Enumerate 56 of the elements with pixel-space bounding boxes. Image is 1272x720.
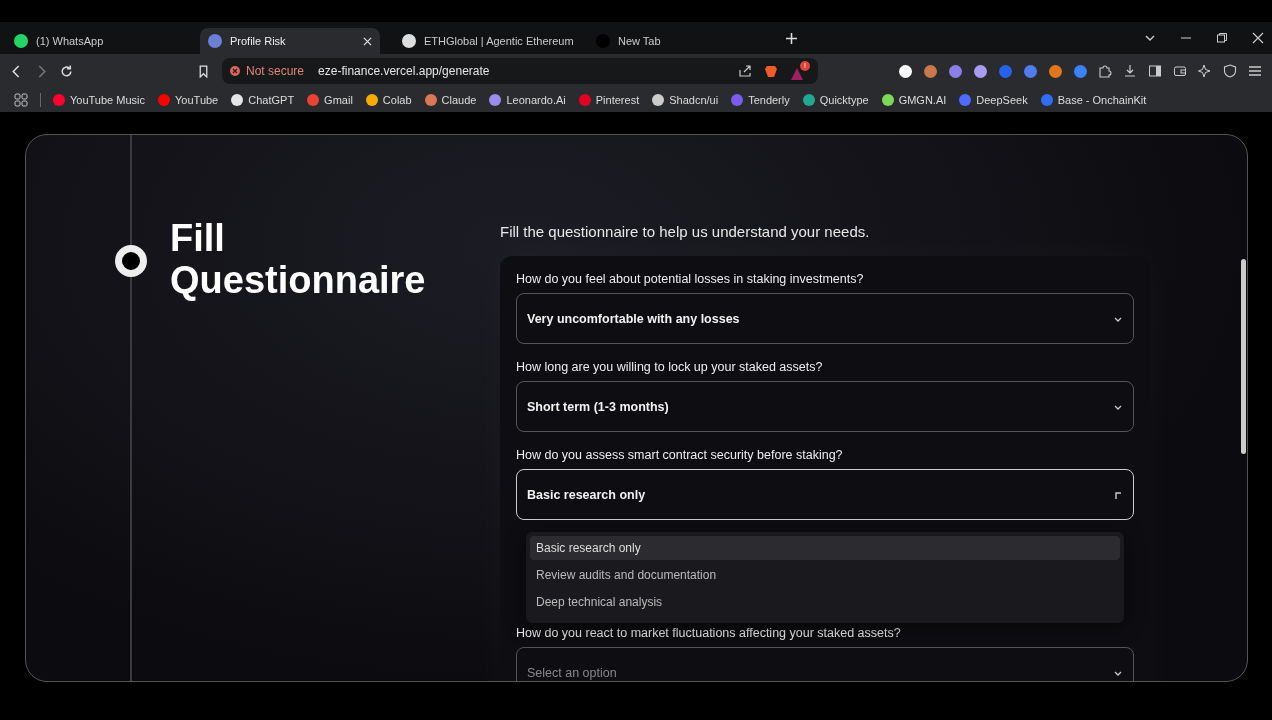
question-label: How do you react to market fluctuations affecting your staked assets?: [516, 626, 902, 640]
triangle-icon: [790, 67, 804, 81]
bookmark-item[interactable]: Leonardo.Ai: [489, 94, 566, 106]
extension-icon[interactable]: [899, 64, 912, 78]
bookmark-item[interactable]: Tenderly: [731, 94, 790, 106]
bookmark-item[interactable]: YouTube: [158, 94, 219, 106]
download-icon[interactable]: [1123, 64, 1137, 78]
corner-icon: [1113, 489, 1123, 500]
bookmark-item[interactable]: Claude: [424, 94, 477, 106]
bookmark-item[interactable]: DeepSeek: [959, 94, 1028, 106]
select-field[interactable]: Select an option: [516, 647, 1134, 681]
bookmark-item[interactable]: ChatGPT: [231, 94, 295, 106]
select-field[interactable]: Basic research only: [516, 469, 1134, 520]
sparkle-icon[interactable]: [1198, 64, 1212, 78]
bookmark-icon[interactable]: [197, 64, 210, 78]
dropdown-option[interactable]: Basic research only: [530, 536, 1120, 560]
page-title: Fill Questionnaire: [170, 217, 427, 301]
browser-tab[interactable]: Profile Risk: [200, 28, 380, 54]
url-text: eze-finance.vercel.app/generate: [318, 64, 490, 78]
browser-tab[interactable]: (1) WhatsApp: [6, 28, 186, 54]
sidebar-icon[interactable]: [1148, 64, 1162, 78]
bookmark-item[interactable]: YouTube Music: [53, 94, 145, 106]
question-label: How long are you willing to lock up your staked assets?: [516, 360, 824, 374]
bookmark-item[interactable]: GMGN.AI: [881, 94, 947, 106]
browser-tab[interactable]: New Tab: [588, 28, 768, 54]
share-icon[interactable]: [738, 64, 752, 78]
bookmark-item[interactable]: Pinterest: [578, 94, 640, 106]
wallet-icon[interactable]: [1173, 64, 1187, 78]
bookmark-item[interactable]: Gmail: [307, 94, 353, 106]
step-marker-icon: [115, 245, 147, 277]
bookmark-item[interactable]: Base - OnchainKit: [1040, 94, 1147, 106]
question-label: How do you assess smart contract security before staking?: [516, 448, 844, 462]
bookmark-item[interactable]: Quicktype: [802, 94, 869, 106]
restore-icon[interactable]: [1216, 32, 1228, 44]
security-status[interactable]: Not secure: [246, 64, 305, 78]
puzzle-icon[interactable]: [1098, 64, 1112, 78]
dropdown-option[interactable]: Deep technical analysis: [530, 590, 1120, 614]
browser-tab[interactable]: ETHGlobal | Agentic Ethereum: [394, 28, 574, 54]
shield-icon[interactable]: [1223, 64, 1237, 78]
dropdown-option[interactable]: Review audits and documentation: [530, 563, 1120, 587]
page-subtitle: Fill the questionnaire to help us understand your needs.: [500, 223, 871, 240]
close-icon[interactable]: [1252, 32, 1264, 44]
reload-icon[interactable]: [60, 64, 73, 78]
bookmark-item[interactable]: Colab: [365, 94, 412, 106]
lion-shield-icon[interactable]: [764, 64, 778, 78]
menu-icon[interactable]: [1248, 64, 1262, 78]
select-field[interactable]: Short term (1-3 months): [516, 381, 1134, 432]
warning-icon: [230, 66, 240, 76]
question-label: How do you feel about potential losses in staking investments?: [516, 272, 865, 286]
apps-icon[interactable]: [14, 93, 28, 107]
scrollbar-thumb[interactable]: [1241, 259, 1246, 454]
extension-icon[interactable]: [974, 64, 987, 78]
new-tab-icon[interactable]: [786, 32, 797, 44]
bookmark-item[interactable]: Shadcn/ui: [652, 94, 719, 106]
select-field[interactable]: Very uncomfortable with any losses: [516, 293, 1134, 344]
close-icon[interactable]: [363, 36, 372, 46]
